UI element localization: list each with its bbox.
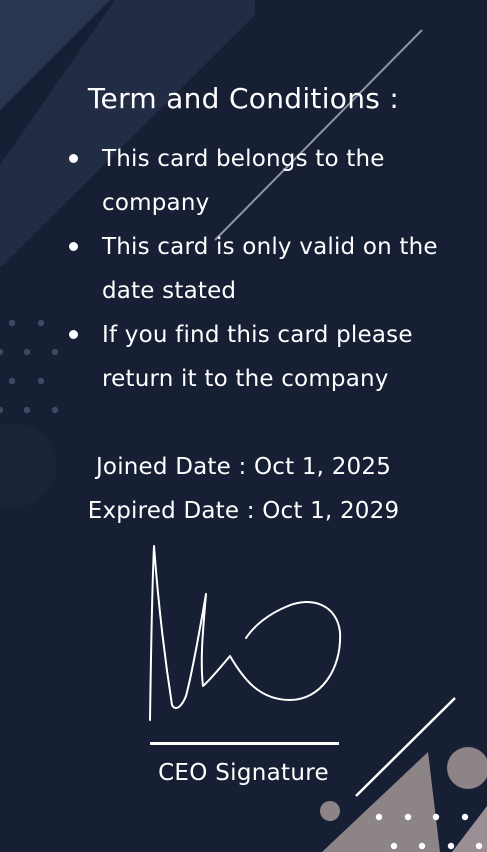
dates-block: Joined Date : Oct 1, 2025 Expired Date :… xyxy=(0,445,487,533)
bullet-dot xyxy=(69,242,78,251)
term-text: If you find this card please return it t… xyxy=(102,322,413,392)
background-decoration xyxy=(0,0,487,852)
bullet-dot xyxy=(69,154,78,163)
term-text: This card is only valid on the date stat… xyxy=(102,234,438,304)
joined-date: Joined Date : Oct 1, 2025 xyxy=(95,454,392,480)
taupe-circle-small xyxy=(320,801,340,821)
terms-list: This card belongs to the company This ca… xyxy=(0,137,487,401)
bullet-dot xyxy=(69,330,78,339)
term-item: If you find this card please return it t… xyxy=(0,313,487,401)
ceo-signature-drawing xyxy=(149,545,342,721)
signature-label: CEO Signature xyxy=(158,760,329,786)
expired-date: Expired Date : Oct 1, 2029 xyxy=(87,498,400,524)
terms-title: Term and Conditions : xyxy=(87,82,400,115)
term-text: This card belongs to the company xyxy=(102,146,385,216)
term-item: This card belongs to the company xyxy=(0,137,487,225)
term-item: This card is only valid on the date stat… xyxy=(0,225,487,313)
signature-line xyxy=(150,742,339,745)
